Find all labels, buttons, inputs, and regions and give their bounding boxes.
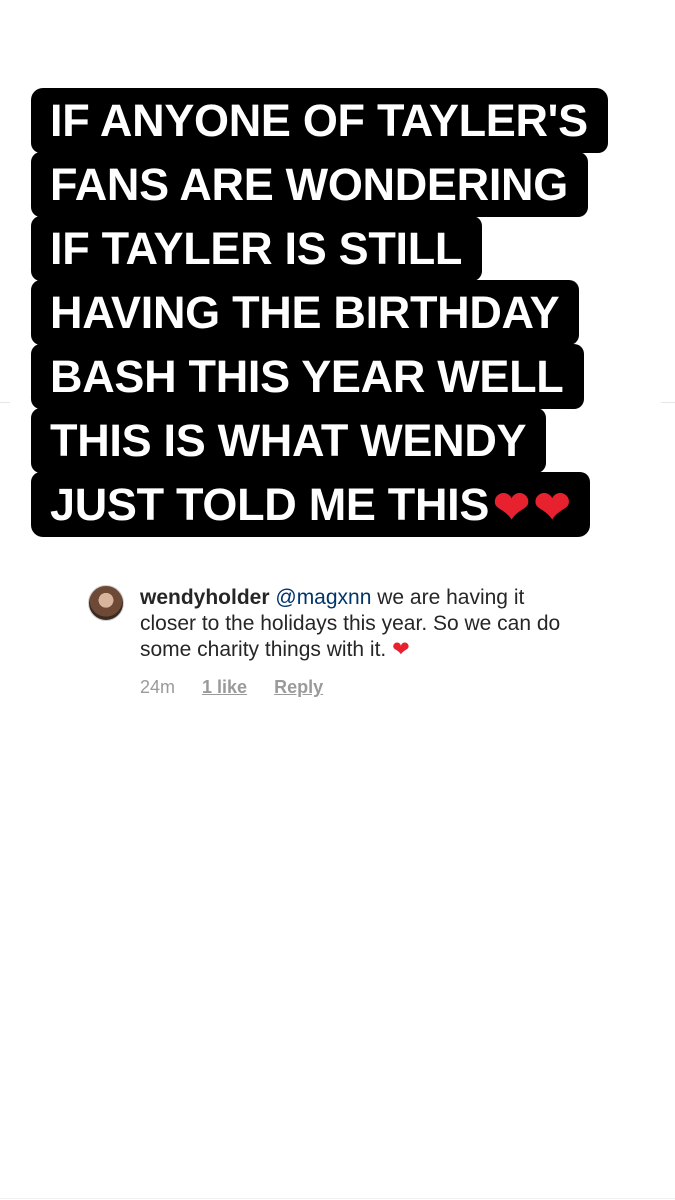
heart-icon: ❤ <box>392 638 410 661</box>
caption-line: THIS IS WHAT WENDY <box>31 408 547 473</box>
caption-line: FANS ARE WONDERING <box>31 152 588 217</box>
caption-line: BASH THIS YEAR WELL <box>31 344 584 409</box>
comment-username[interactable]: wendyholder <box>140 586 270 609</box>
heart-icon: ❤ <box>493 483 530 532</box>
caption-line-text: JUST TOLD ME THIS <box>50 479 490 530</box>
story-caption: IF ANYONE OF TAYLER'S FANS ARE WONDERING… <box>31 88 646 537</box>
likes-link[interactable]: 1 like <box>202 677 247 697</box>
caption-line: HAVING THE BIRTHDAY <box>31 280 580 345</box>
caption-line: IF TAYLER IS STILL <box>31 216 483 281</box>
avatar[interactable] <box>88 585 124 621</box>
divider <box>0 1198 675 1199</box>
divider <box>661 402 675 403</box>
heart-icon: ❤ <box>533 483 571 532</box>
reply-link[interactable]: Reply <box>274 677 323 697</box>
comment-timestamp: 24m <box>140 677 176 697</box>
caption-line-last: JUST TOLD ME THIS❤❤ <box>31 472 591 537</box>
comment-meta: 24m 1 like Reply <box>140 677 345 698</box>
caption-line: IF ANYONE OF TAYLER'S <box>31 88 608 153</box>
divider <box>0 402 10 403</box>
comment-text: wendyholder @magxnn we are having it clo… <box>140 585 580 663</box>
comment-mention[interactable]: @magxnn <box>275 586 371 609</box>
